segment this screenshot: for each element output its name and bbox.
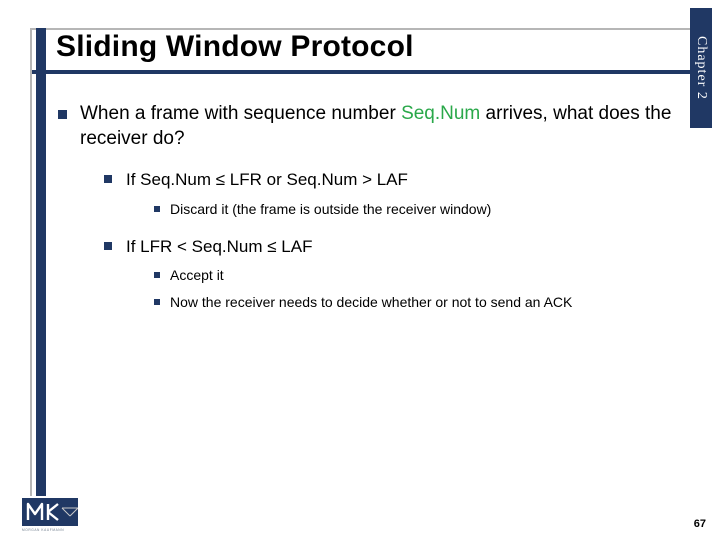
condition-1: If Seq.Num ≤ LFR or Seq.Num > LAF bbox=[126, 170, 408, 189]
list-item: If Seq.Num ≤ LFR or Seq.Num > LAF Discar… bbox=[104, 167, 696, 220]
list-item: Discard it (the frame is outside the rec… bbox=[154, 199, 696, 220]
seqnum-highlight: Seq.Num bbox=[401, 103, 480, 124]
header-rule-bot bbox=[30, 70, 712, 74]
condition-2: If LFR < Seq.Num ≤ LAF bbox=[126, 237, 312, 256]
condition-2-sub1: Accept it bbox=[170, 267, 224, 283]
lead-text-pre: When a frame with sequence number bbox=[80, 103, 401, 124]
bullet-icon bbox=[154, 299, 160, 305]
list-item: Accept it bbox=[154, 265, 696, 286]
page-number: 67 bbox=[694, 518, 706, 530]
logo-subtext: MORGAN KAUFMANN bbox=[22, 528, 64, 532]
condition-1-sub: Discard it (the frame is outside the rec… bbox=[170, 201, 491, 217]
slide-title: Sliding Window Protocol bbox=[56, 30, 414, 63]
slide-body: When a frame with sequence number Seq.Nu… bbox=[58, 96, 696, 480]
publisher-logo: MORGAN KAUFMANN bbox=[22, 498, 78, 532]
bullet-icon bbox=[154, 206, 160, 212]
bullet-list-level1: When a frame with sequence number Seq.Nu… bbox=[58, 102, 696, 313]
slide: Chapter 2 Sliding Window Protocol When a… bbox=[0, 0, 720, 540]
bullet-list-level2: If Seq.Num ≤ LFR or Seq.Num > LAF Discar… bbox=[104, 167, 696, 313]
bullet-icon bbox=[58, 110, 67, 119]
left-bar-thick bbox=[36, 28, 46, 496]
list-item: Now the receiver needs to decide whether… bbox=[154, 292, 696, 313]
list-item: If LFR < Seq.Num ≤ LAF Accept it Now the… bbox=[104, 234, 696, 314]
condition-2-sub2: Now the receiver needs to decide whether… bbox=[170, 294, 572, 310]
left-bar-thin bbox=[30, 28, 32, 496]
bullet-icon bbox=[154, 272, 160, 278]
mk-logo-icon: MORGAN KAUFMANN bbox=[22, 498, 78, 532]
bullet-icon bbox=[104, 242, 112, 250]
bullet-icon bbox=[104, 175, 112, 183]
chapter-label: Chapter 2 bbox=[693, 36, 709, 100]
list-item: When a frame with sequence number Seq.Nu… bbox=[58, 102, 696, 313]
bullet-list-level3: Discard it (the frame is outside the rec… bbox=[154, 199, 696, 220]
bullet-list-level3: Accept it Now the receiver needs to deci… bbox=[154, 265, 696, 313]
